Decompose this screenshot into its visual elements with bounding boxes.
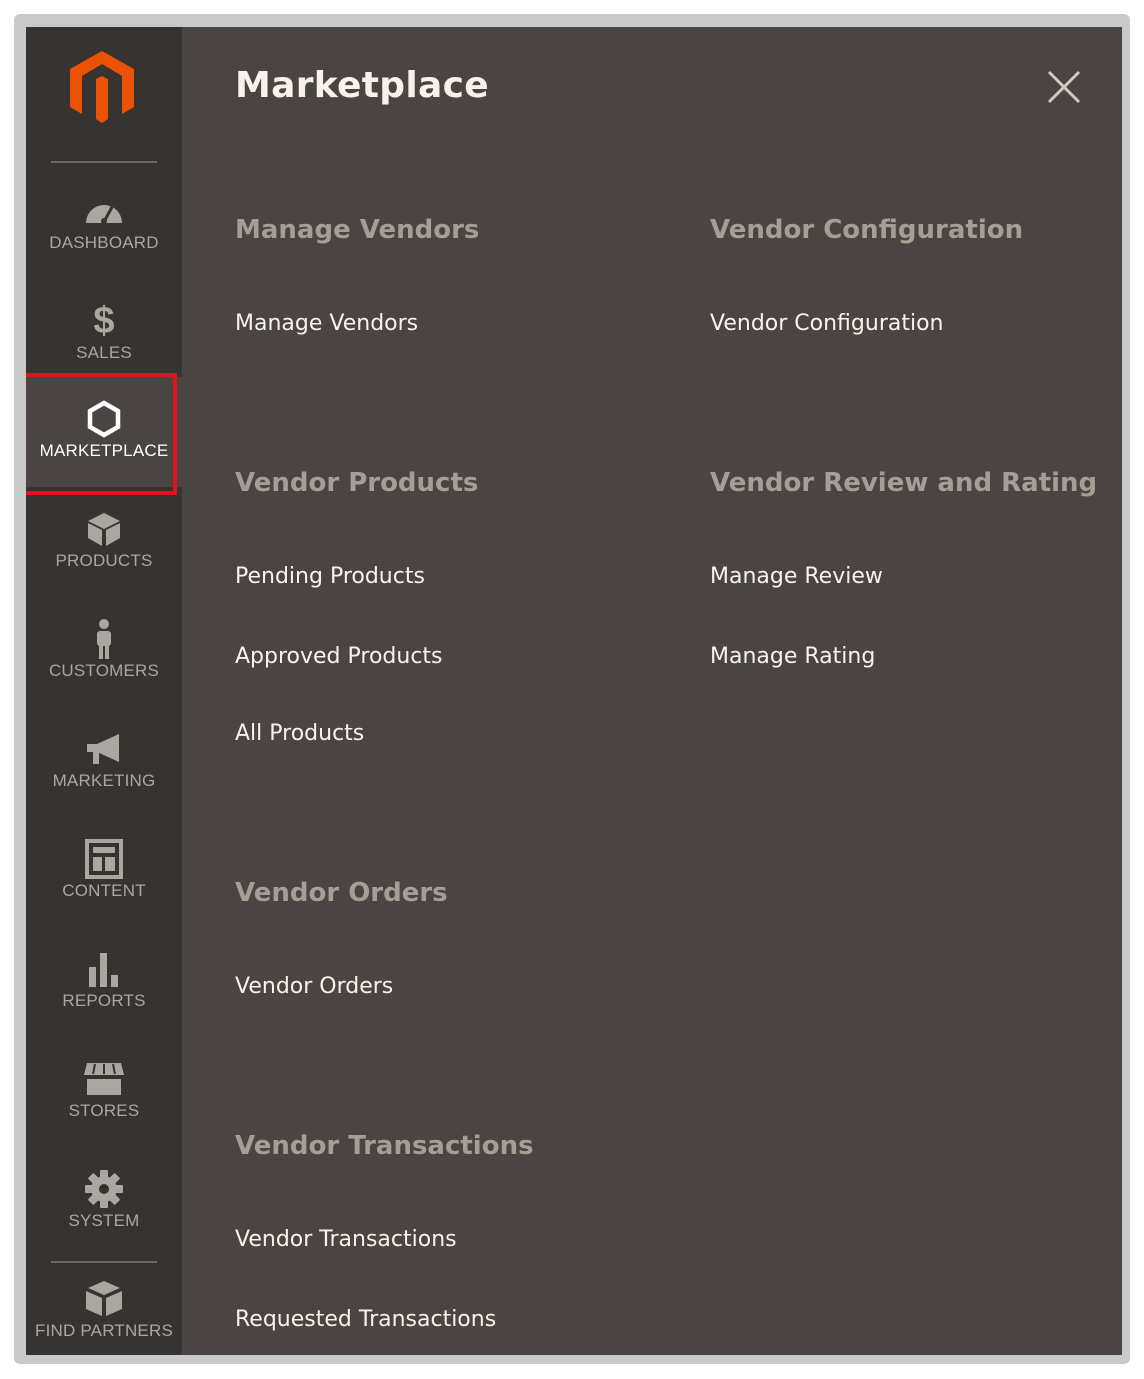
magento-logo[interactable] — [66, 49, 138, 125]
close-button[interactable] — [1046, 69, 1082, 105]
nav-content-label: CONTENT — [62, 881, 146, 900]
link-manage-rating[interactable]: Manage Rating — [710, 644, 875, 669]
nav-stores[interactable]: STORES — [26, 1047, 182, 1157]
link-approved-products[interactable]: Approved Products — [235, 644, 443, 669]
admin-sidebar: DASHBOARD $ SALES MARKETPLACE PRODUCTS C… — [26, 27, 182, 1355]
layout-icon — [82, 839, 126, 879]
person-icon — [82, 619, 126, 659]
section-heading-vendor-transactions: Vendor Transactions — [235, 1131, 534, 1161]
link-requested-transactions[interactable]: Requested Transactions — [235, 1307, 496, 1332]
link-manage-review[interactable]: Manage Review — [710, 564, 883, 589]
marketplace-highlight — [26, 373, 177, 495]
page-title: Marketplace — [235, 65, 489, 106]
sidebar-divider — [51, 161, 157, 163]
dollar-icon: $ — [93, 299, 115, 342]
section-heading-vendor-products: Vendor Products — [235, 468, 479, 498]
section-heading-vendor-configuration: Vendor Configuration — [710, 215, 1024, 245]
nav-system[interactable]: SYSTEM — [26, 1157, 182, 1267]
link-manage-vendors[interactable]: Manage Vendors — [235, 311, 418, 336]
nav-customers[interactable]: CUSTOMERS — [26, 607, 182, 717]
sidebar-divider — [51, 1261, 157, 1263]
nav-find-partners[interactable]: FIND PARTNERS — [26, 1267, 182, 1355]
cube-icon — [82, 509, 126, 549]
nav-marketing-label: MARKETING — [52, 771, 156, 790]
nav-sales-label: SALES — [76, 343, 132, 362]
boxes-icon — [82, 1279, 126, 1319]
link-vendor-configuration[interactable]: Vendor Configuration — [710, 311, 943, 336]
bar-chart-icon — [82, 949, 126, 989]
speedometer-icon — [82, 191, 126, 231]
section-heading-vendor-orders: Vendor Orders — [235, 878, 448, 908]
nav-customers-label: CUSTOMERS — [48, 661, 160, 680]
nav-products[interactable]: PRODUCTS — [26, 497, 182, 607]
link-vendor-transactions[interactable]: Vendor Transactions — [235, 1227, 457, 1252]
nav-find-partners-label: FIND PARTNERS — [35, 1321, 173, 1340]
link-pending-products[interactable]: Pending Products — [235, 564, 425, 589]
nav-content[interactable]: CONTENT — [26, 827, 182, 937]
section-heading-vendor-review-rating: Vendor Review and Rating — [710, 468, 1098, 498]
nav-stores-label: STORES — [68, 1101, 140, 1120]
nav-reports-label: REPORTS — [62, 991, 146, 1010]
link-all-products[interactable]: All Products — [235, 721, 364, 746]
megaphone-icon — [82, 729, 126, 769]
gear-icon — [82, 1169, 126, 1209]
section-heading-manage-vendors: Manage Vendors — [235, 215, 480, 245]
admin-window: DASHBOARD $ SALES MARKETPLACE PRODUCTS C… — [26, 27, 1122, 1355]
nav-marketing[interactable]: MARKETING — [26, 717, 182, 827]
link-vendor-orders[interactable]: Vendor Orders — [235, 974, 393, 999]
nav-reports[interactable]: REPORTS — [26, 937, 182, 1047]
close-icon — [1047, 70, 1081, 104]
nav-system-label: SYSTEM — [68, 1211, 140, 1230]
nav-products-label: PRODUCTS — [55, 551, 153, 570]
nav-dashboard-label: DASHBOARD — [49, 233, 159, 252]
nav-dashboard[interactable]: DASHBOARD — [26, 179, 182, 289]
storefront-icon — [82, 1059, 126, 1099]
